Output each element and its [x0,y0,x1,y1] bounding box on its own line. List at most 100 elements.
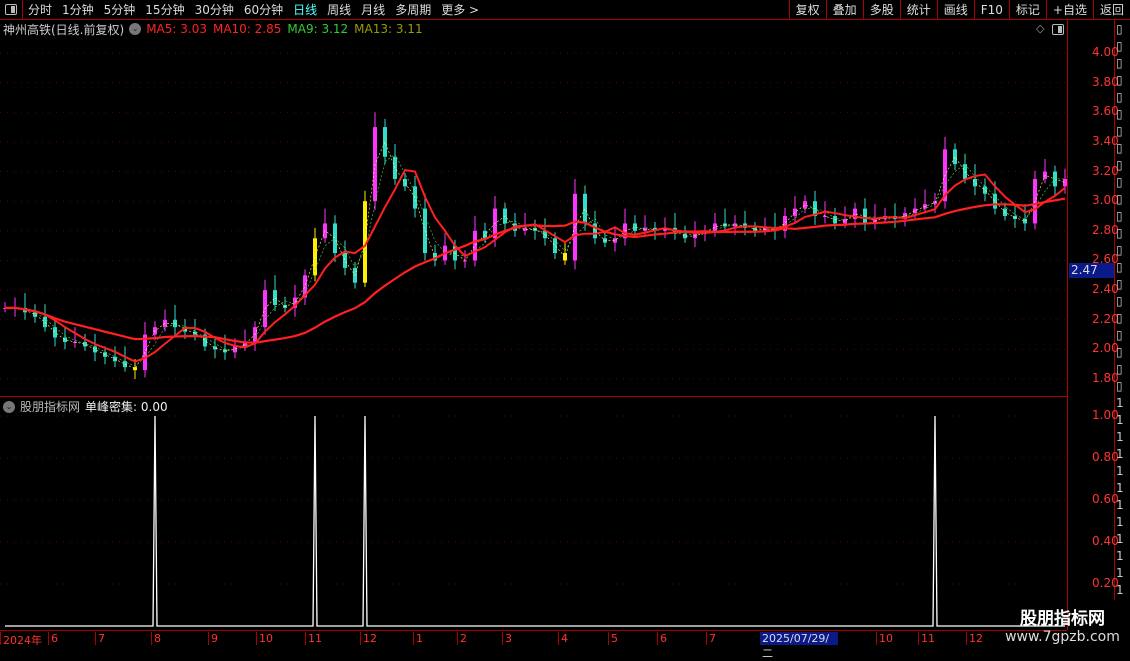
candle-body [123,361,127,368]
indicator-title-bar: ⌄ 股朋指标网 单峰密集: 0.00 [3,398,168,415]
watermark-url: www.7gpzb.com [1005,629,1120,645]
x-tick-label: 11 [305,632,322,645]
candle-body [233,346,237,353]
side-panel-glyph: 1 [1116,396,1124,410]
x-tick-label: 6 [657,632,667,645]
candle-body [83,341,87,347]
side-panel-glyph: 1 [1116,566,1124,580]
candle-body [483,230,487,239]
candle-body [1023,218,1027,224]
watermark-name: 股朋指标网 [1020,609,1105,629]
side-panel-glyph: 1 [1116,549,1124,563]
candle-body [803,201,807,209]
x-tick-label: 7 [95,632,105,645]
side-panel-glyph: ▯ [1116,209,1123,223]
candle-body [593,223,597,239]
side-panel-glyph: 1 [1116,447,1124,461]
watermark-logo: 股朋指标网 www.7gpzb.com [995,604,1130,645]
candle-body [973,178,977,187]
y-tick-label: 3.40 [1092,133,1119,148]
side-panel-glyph: 1 [1116,532,1124,546]
candle-body [793,208,797,217]
indicator-y-tick-label: 0.60 [1092,492,1119,506]
side-panel-glyph: 1 [1116,430,1124,444]
x-tick-label: 4 [558,632,568,645]
indicator-name-value: 单峰密集: 0.00 [85,400,168,414]
y-tick-label: 2.00 [1092,341,1119,356]
side-panel-glyph: ▯ [1116,107,1123,121]
side-panel-glyph: ▯ [1116,345,1123,359]
side-panel-glyph: 1 [1116,413,1124,427]
x-cursor-date: 2025/07/29/二 [760,632,838,660]
y-tick-label: 2.20 [1092,311,1119,326]
x-tick-label: 1 [413,632,423,645]
x-tick-label: 6 [48,632,58,645]
ma-line-3 [5,153,1065,367]
ma-line-2 [5,141,1066,370]
indicator-y-tick-label: 0.40 [1092,534,1119,548]
side-panel-glyph: 1 [1116,583,1124,597]
side-panel-glyph: ▯ [1116,175,1123,189]
side-panel-glyph: ▯ [1116,141,1123,155]
price-chart[interactable] [0,0,1067,630]
side-panel-glyph: ▯ [1116,90,1123,104]
candle-body [273,290,277,305]
indicator-y-tick-label: 0.80 [1092,450,1119,464]
side-panel-glyph: ▯ [1116,39,1123,53]
y-axis-line [1067,20,1068,630]
x-tick-label: 7 [706,632,716,645]
candle-body [343,253,347,268]
x-tick-label: 5 [608,632,618,645]
y-tick-label: 3.00 [1092,193,1119,208]
side-panel-glyph: ▯ [1116,294,1123,308]
indicator-source: 股朋指标网 [20,400,81,414]
candle-body [313,238,317,276]
side-panel-glyph: ▯ [1116,192,1123,206]
y-tick-label: 4.00 [1092,45,1119,59]
panel-divider[interactable] [0,396,1067,397]
side-panel-glyph: ▯ [1116,243,1123,257]
y-tick-label: 3.60 [1092,104,1119,119]
side-panel-glyph: 1 [1116,481,1124,495]
side-panel-glyph: ▯ [1116,362,1123,376]
toolbar-button-8[interactable]: 返回 [1092,0,1130,20]
candle-body [43,316,47,328]
y-tick-label: 3.20 [1092,163,1119,178]
side-panel-glyph: 1 [1116,464,1124,478]
x-tick-label: 2 [457,632,467,645]
candle-body [953,149,957,165]
side-panel-glyph: ▯ [1116,158,1123,172]
ma-line-5 [5,168,1066,363]
x-tick-label: 10 [876,632,893,645]
side-panel-glyph: ▯ [1116,260,1123,274]
x-tick-label: 12 [360,632,377,645]
side-panel-glyph: ▯ [1116,311,1123,325]
indicator-line [5,415,1065,627]
x-tick-label: 8 [151,632,161,645]
x-tick-label: 10 [256,632,273,645]
side-panel-glyph: ▯ [1116,277,1123,291]
y-tick-label: 3.80 [1092,74,1119,89]
candle-body [913,208,917,214]
x-axis: 2024年 6 7 8 9 10 11 12 1 2 3 4 5 6 7 10 11 12 2025/07/29/二 [0,630,1067,660]
candle-body [633,223,637,231]
x-tick-label: 3 [502,632,512,645]
x-tick-label: 9 [208,632,218,645]
y-tick-label: 2.40 [1092,282,1119,297]
side-panel-glyph: ▯ [1116,226,1123,240]
candle-body [93,346,97,353]
x-tick-label: 11 [918,632,935,645]
y-tick-label: 2.80 [1092,222,1119,237]
side-panel-glyph: ▯ [1116,124,1123,138]
chevron-down-icon[interactable]: ⌄ [3,400,15,413]
x-tick-label: 12 [966,632,983,645]
candle-body [63,337,67,342]
candle-body [473,230,477,261]
candle-body [583,193,587,224]
candle-body [173,319,177,328]
side-panel-glyph: 1 [1116,515,1124,529]
side-panel-glyph: ▯ [1116,379,1123,393]
side-panel-glyph: ▯ [1116,328,1123,342]
candle-body [383,127,387,157]
y-tick-label: 1.80 [1092,371,1119,386]
